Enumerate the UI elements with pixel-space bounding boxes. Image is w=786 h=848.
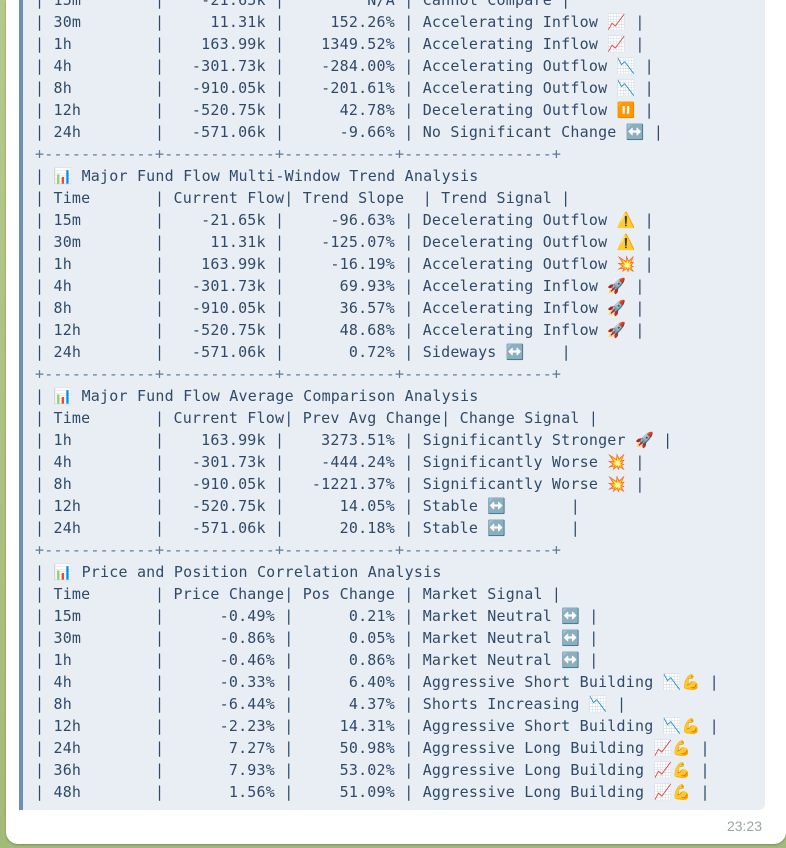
table-row: | 1h | 163.99k | 1349.52% | Accelerating… (35, 35, 645, 53)
table-row: | 📊 Major Fund Flow Multi-Window Trend A… (35, 167, 479, 185)
table-row: | Time | Current Flow| Trend Slope | Tre… (35, 189, 571, 207)
table-row: | 4h | -301.73k | -444.24% | Significant… (35, 453, 645, 471)
table-row: | 8h | -910.05k | -1221.37% | Significan… (35, 475, 645, 493)
table-row: | 📊 Major Fund Flow Average Comparison A… (35, 387, 479, 405)
table-row: | 24h | -571.06k | 0.72% | Sideways ↔️ | (35, 343, 571, 361)
table-row: | 📊 Price and Position Correlation Analy… (35, 563, 442, 581)
table-row: | Time | Price Change| Pos Change | Mark… (35, 585, 562, 603)
table-row: | 8h | -6.44% | 4.37% | Shorts Increasin… (35, 695, 627, 713)
table-row: | 4h | -301.73k | 69.93% | Accelerating … (35, 277, 645, 295)
table-row: | 15m | -21.65k | N/A | Cannot Compare | (35, 0, 571, 9)
table-row: | 30m | 11.31k | -125.07% | Decelerating… (35, 233, 654, 251)
table-row: | 30m | -0.86% | 0.05% | Market Neutral … (35, 629, 599, 647)
table-row: | 8h | -910.05k | 36.57% | Accelerating … (35, 299, 645, 317)
table-row: | 4h | -301.73k | -284.00% | Acceleratin… (35, 57, 654, 75)
code-lines: | 15m | -21.65k | N/A | Cannot Compare |… (35, 0, 719, 803)
message-bubble[interactable]: | 15m | -21.65k | N/A | Cannot Compare |… (6, 0, 786, 844)
table-row: | 12h | -520.75k | 14.05% | Stable ↔️ | (35, 497, 581, 515)
table-row: | 1h | 163.99k | 3273.51% | Significantl… (35, 431, 673, 449)
table-row: | 24h | 7.27% | 50.98% | Aggressive Long… (35, 739, 710, 757)
table-row: | 48h | 1.56% | 51.09% | Aggressive Long… (35, 783, 710, 801)
table-row: | 24h | -571.06k | -9.66% | No Significa… (35, 123, 664, 141)
table-separator: +------------+------------+------------+… (35, 541, 562, 559)
message-timestamp: 23:23 (726, 818, 762, 834)
table-row: | 30m | 11.31k | 152.26% | Accelerating … (35, 13, 645, 31)
table-row: | 1h | 163.99k | -16.19% | Accelerating … (35, 255, 654, 273)
table-row: | 15m | -21.65k | -96.63% | Decelerating… (35, 211, 654, 229)
table-row: | 12h | -2.23% | 14.31% | Aggressive Sho… (35, 717, 719, 735)
table-row: | 4h | -0.33% | 6.40% | Aggressive Short… (35, 673, 719, 691)
table-row: | 8h | -910.05k | -201.61% | Acceleratin… (35, 79, 654, 97)
table-row: | 1h | -0.46% | 0.86% | Market Neutral ↔… (35, 651, 599, 669)
table-row: | 12h | -520.75k | 42.78% | Decelerating… (35, 101, 654, 119)
table-row: | Time | Current Flow| Prev Avg Change| … (35, 409, 599, 427)
table-separator: +------------+------------+------------+… (35, 145, 562, 163)
table-separator: +------------+------------+------------+… (35, 365, 562, 383)
code-block: | 15m | -21.65k | N/A | Cannot Compare |… (19, 0, 765, 810)
table-row: | 24h | -571.06k | 20.18% | Stable ↔️ | (35, 519, 581, 537)
table-row: | 36h | 7.93% | 53.02% | Aggressive Long… (35, 761, 710, 779)
table-row: | 12h | -520.75k | 48.68% | Accelerating… (35, 321, 645, 339)
table-row: | 15m | -0.49% | 0.21% | Market Neutral … (35, 607, 599, 625)
